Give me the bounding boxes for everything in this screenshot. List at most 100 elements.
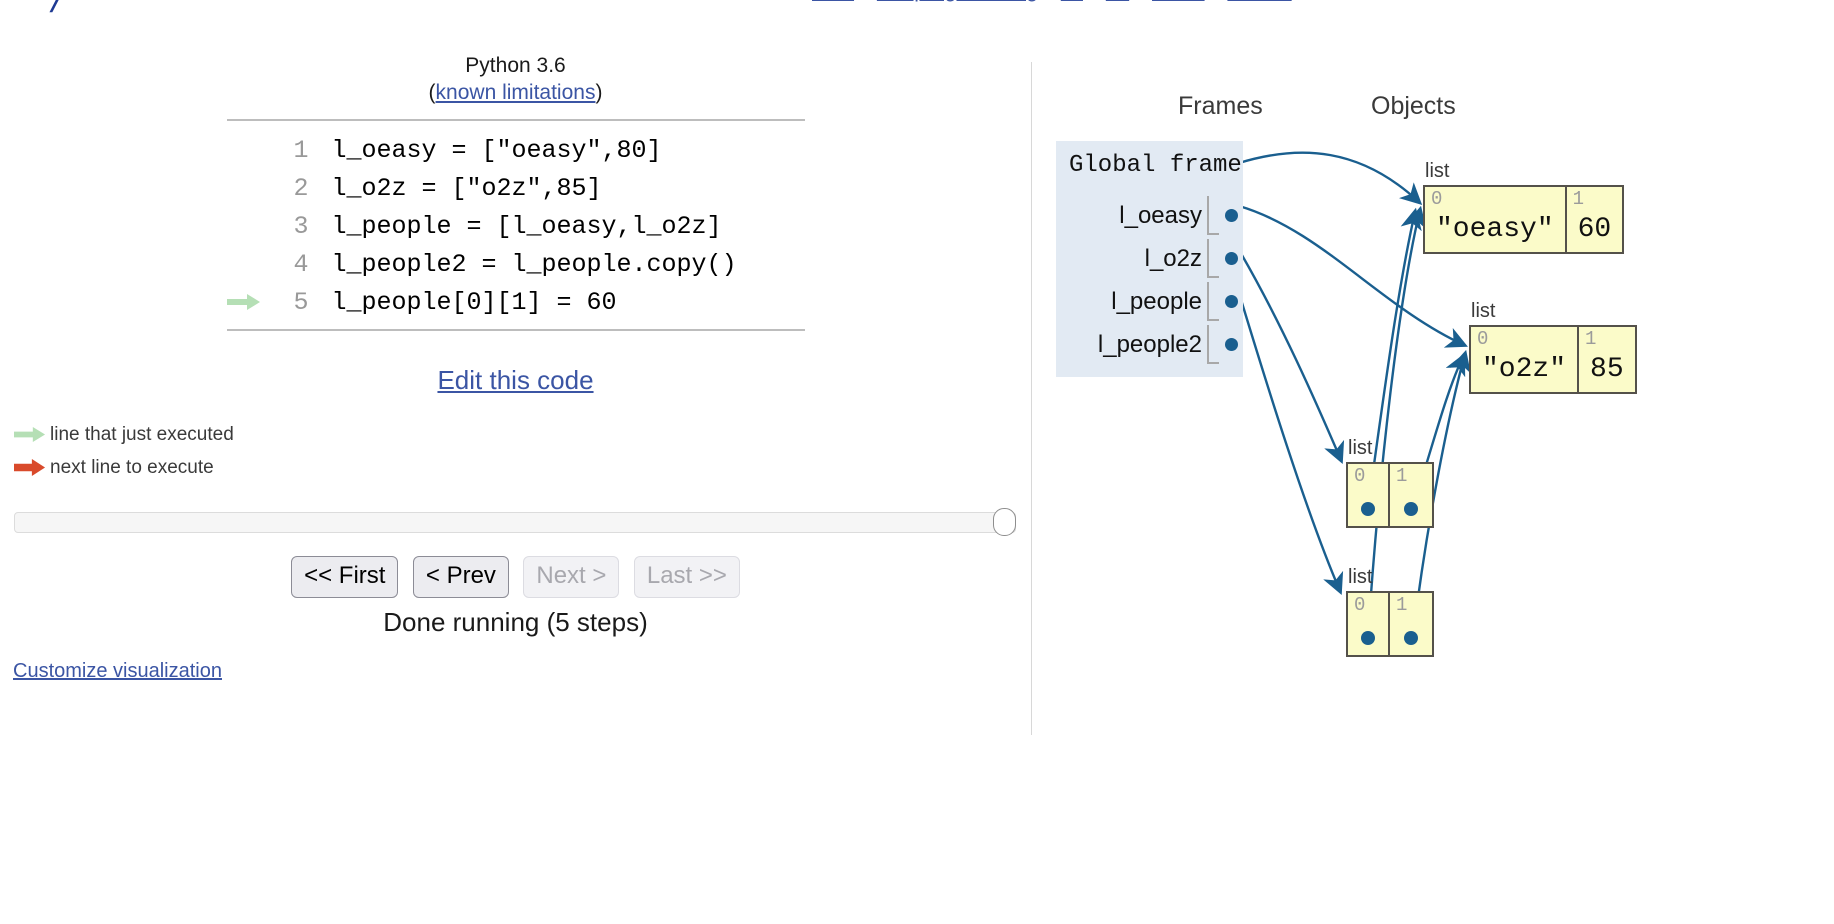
global-frame: Global frame l_oeasy l_o2z l_people l_pe… [1056, 141, 1243, 377]
just-executed-arrow-icon [226, 293, 273, 311]
step-slider-handle[interactable] [993, 508, 1016, 536]
object-type-label: list [1425, 160, 1450, 182]
code-line-number: 3 [293, 211, 309, 241]
object-type-label: list [1348, 566, 1373, 588]
python-version-label: Python 3.6 [465, 54, 566, 77]
left-pane: Python 3.6 (known limitations) 1 l_oeasy… [0, 52, 1031, 752]
cell-index: 1 [1396, 594, 1408, 616]
cell-pointer-dot [1361, 630, 1375, 645]
last-step-button: Last >> [633, 556, 740, 598]
list-cell: 1 [1390, 593, 1432, 655]
frame-variable-l_people[interactable]: l_people [1067, 280, 1243, 323]
limitations-paren-close: ) [595, 81, 603, 104]
list-cell: 1 [1390, 464, 1432, 526]
list-cell: 1 60 [1567, 187, 1623, 252]
nav-link-donate[interactable]: donate [1227, 0, 1291, 2]
list-cell: 0 "o2z" [1471, 327, 1580, 392]
page-root: / tutor live programming es de about don… [0, 0, 1834, 924]
execution-legend: line that just executed next line to exe… [0, 418, 1031, 484]
nav-link-de[interactable]: de [1106, 0, 1129, 2]
code-line-text: l_people[0][1] = 60 [331, 287, 617, 317]
code-line-current[interactable]: 5 l_people[0][1] = 60 [226, 283, 805, 321]
code-line[interactable]: 1 l_oeasy = ["oeasy",80] [227, 131, 805, 169]
legend-label-just-executed: line that just executed [50, 423, 234, 445]
edit-code-wrapper: Edit this code [0, 365, 1031, 396]
list-cell: 0 "oeasy" [1425, 187, 1567, 252]
cell-index: 0 [1431, 188, 1443, 210]
code-line-number: 2 [293, 173, 309, 203]
code-line-text: l_people = [l_oeasy,l_o2z] [331, 211, 722, 241]
variable-name: l_oeasy [1119, 202, 1202, 229]
variable-name: l_o2z [1144, 245, 1202, 272]
site-header-strip: / tutor live programming es de about don… [0, 0, 1834, 14]
cell-pointer-dot [1404, 630, 1418, 645]
variable-bracket [1207, 282, 1219, 321]
heap-object-list-people: list 0 1 [1346, 437, 1434, 528]
nav-link-tutor[interactable]: tutor [812, 0, 854, 2]
heap-object-list-people2: list 0 1 [1346, 566, 1434, 657]
nav-link-es[interactable]: es [1061, 0, 1083, 2]
frame-variable-l_people2[interactable]: l_people2 [1067, 323, 1243, 366]
objects-column-heading: Objects [1371, 92, 1456, 120]
cell-index: 1 [1572, 188, 1585, 210]
legend-label-next-line: next line to execute [50, 456, 214, 478]
step-slider[interactable] [14, 508, 1016, 536]
frames-column-heading: Frames [1178, 92, 1263, 120]
legend-row-next-line: next line to execute [0, 451, 1031, 484]
code-line[interactable]: 4 l_people2 = l_people.copy() [227, 245, 805, 283]
cell-index: 1 [1396, 465, 1408, 487]
object-type-label: list [1348, 437, 1373, 459]
legend-row-just-executed: line that just executed [0, 418, 1031, 451]
variable-pointer-dot [1225, 209, 1238, 222]
prev-step-button[interactable]: < Prev [412, 556, 509, 598]
nav-link-live-programming[interactable]: live programming [877, 0, 1038, 2]
step-navigation-buttons: << First < Prev Next > Last >> [0, 556, 1031, 598]
next-line-arrow-icon [14, 459, 50, 476]
right-pane: Frames Objects Global frame l_oeasy l_o2… [1031, 52, 1834, 752]
heap-object-list-o2z: list 0 "o2z" 1 85 [1469, 300, 1637, 394]
step-slider-track[interactable] [14, 512, 1016, 533]
cell-pointer-dot [1361, 501, 1375, 516]
code-line-number: 1 [293, 135, 309, 165]
site-logo[interactable]: / [52, 0, 64, 14]
variable-bracket [1207, 196, 1219, 235]
code-line-number: 4 [293, 249, 309, 279]
global-frame-title: Global frame [1069, 152, 1242, 179]
frame-variable-l_o2z[interactable]: l_o2z [1067, 237, 1243, 280]
cell-index: 0 [1354, 465, 1366, 487]
variable-bracket [1207, 239, 1219, 278]
list-cells: 0 1 [1346, 462, 1434, 528]
list-cell: 0 [1348, 593, 1390, 655]
just-executed-arrow-icon [14, 426, 50, 443]
variable-pointer-dot [1225, 295, 1238, 308]
frame-variable-l_oeasy[interactable]: l_oeasy [1067, 194, 1243, 237]
list-cells: 0 "oeasy" 1 60 [1423, 185, 1625, 254]
cell-value: 60 [1577, 213, 1612, 245]
known-limitations-line: (known limitations) [0, 79, 1031, 106]
code-line[interactable]: 2 l_o2z = ["o2z",85] [227, 169, 805, 207]
edit-this-code-link[interactable]: Edit this code [437, 365, 593, 395]
header-nav-links: tutor live programming es de about donat… [812, 0, 1309, 1]
cell-value: "oeasy" [1436, 213, 1554, 245]
cell-index: 0 [1354, 594, 1366, 616]
variable-pointer-dot [1225, 338, 1238, 351]
next-step-button: Next > [523, 556, 620, 598]
heap-object-list-oeasy: list 0 "oeasy" 1 60 [1423, 160, 1625, 254]
variable-name: l_people [1111, 288, 1202, 315]
python-version-block: Python 3.6 (known limitations) [0, 52, 1031, 106]
cell-index: 1 [1585, 328, 1597, 350]
nav-link-about[interactable]: about [1152, 0, 1205, 2]
list-cell: 0 [1348, 464, 1390, 526]
cell-value: 85 [1590, 353, 1624, 385]
code-line[interactable]: 3 l_people = [l_oeasy,l_o2z] [227, 207, 805, 245]
list-cells: 0 1 [1346, 591, 1434, 657]
code-line-text: l_oeasy = ["oeasy",80] [331, 135, 662, 165]
first-step-button[interactable]: << First [291, 556, 399, 598]
limitations-paren-open: ( [428, 81, 436, 104]
code-display: 1 l_oeasy = ["oeasy",80] 2 l_o2z = ["o2z… [226, 119, 805, 331]
customize-visualization-link[interactable]: Customize visualization [13, 660, 222, 683]
known-limitations-link[interactable]: known limitations [436, 81, 596, 104]
variable-pointer-dot [1225, 252, 1238, 265]
object-type-label: list [1471, 300, 1496, 322]
cell-value: "o2z" [1482, 353, 1567, 385]
